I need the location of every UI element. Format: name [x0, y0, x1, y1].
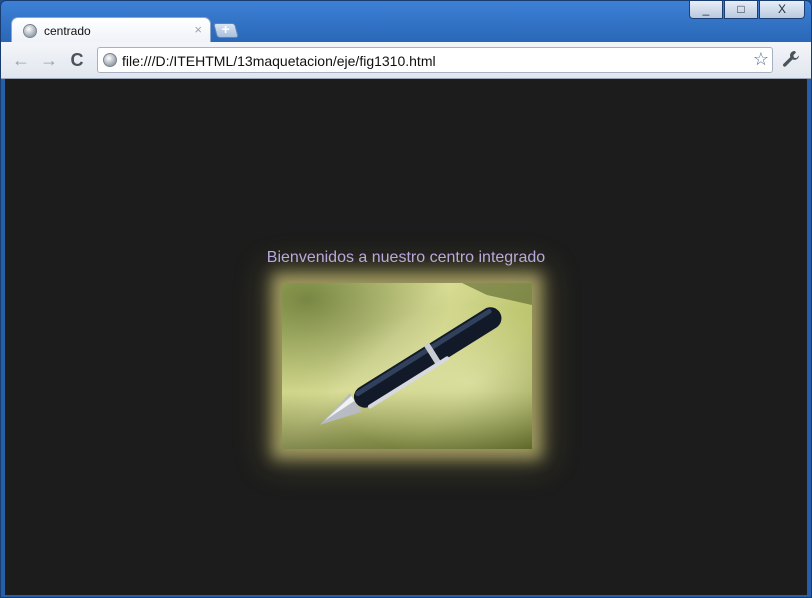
back-button[interactable]: ←	[9, 48, 33, 72]
address-bar[interactable]: file:///D:/ITEHTML/13maquetacion/eje/fig…	[97, 47, 773, 73]
globe-icon	[23, 24, 37, 38]
browser-window: _ □ X centrado × + ← → C file:///D:/ITEH…	[0, 0, 812, 598]
url-text[interactable]: file:///D:/ITEHTML/13maquetacion/eje/fig…	[122, 53, 436, 69]
forward-button[interactable]: →	[37, 48, 61, 72]
reload-button[interactable]: C	[65, 48, 89, 72]
page-icon	[103, 53, 117, 67]
pen-illustration	[320, 283, 532, 425]
wrench-icon[interactable]	[781, 49, 801, 74]
tab-close-icon[interactable]: ×	[194, 22, 202, 37]
tab-strip: centrado × +	[1, 15, 811, 43]
browser-toolbar: ← → C file:///D:/ITEHTML/13maquetacion/e…	[1, 42, 811, 79]
tab-centrado[interactable]: centrado ×	[11, 17, 211, 43]
new-tab-button[interactable]: +	[212, 21, 240, 38]
page-heading: Bienvenidos a nuestro centro integrado	[266, 249, 546, 266]
bookmark-star-icon[interactable]: ☆	[753, 49, 769, 70]
pen-photo	[282, 283, 532, 449]
tab-title: centrado	[44, 24, 91, 38]
page-viewport: Bienvenidos a nuestro centro integrado	[5, 79, 807, 595]
plus-icon: +	[221, 21, 230, 37]
